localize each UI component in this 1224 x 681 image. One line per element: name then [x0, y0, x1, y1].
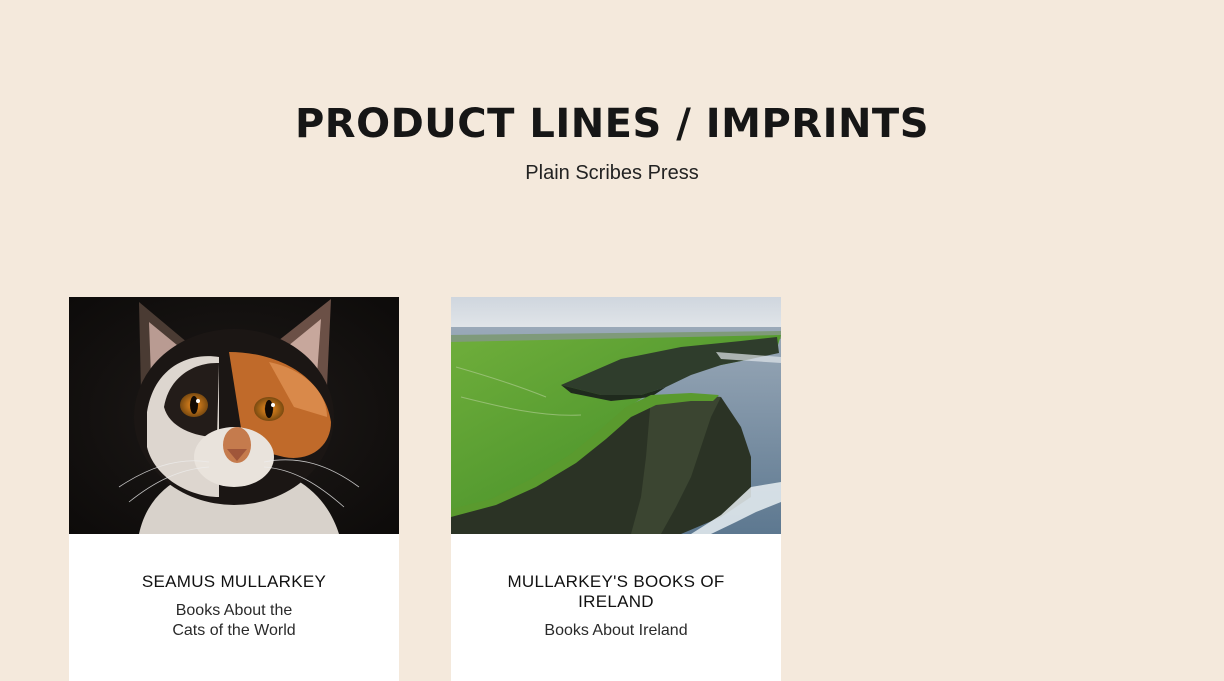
- card-description: Books About Ireland: [516, 621, 716, 641]
- card-title[interactable]: SEAMUS MULLARKEY: [104, 572, 364, 592]
- card-description-line: Cats of the World: [172, 622, 296, 639]
- imprint-card-seamus-mullarkey[interactable]: SEAMUS MULLARKEY Books About the Cats of…: [69, 297, 399, 681]
- cat-photo[interactable]: [69, 297, 399, 534]
- imprint-card-mullarkeys-books-of-ireland[interactable]: MULLARKEY'S BOOKS OF IRELAND Books About…: [451, 297, 781, 681]
- card-description: Books About the Cats of the World: [134, 601, 334, 641]
- card-title[interactable]: MULLARKEY'S BOOKS OF IRELAND: [486, 572, 746, 612]
- cliffs-photo[interactable]: [451, 297, 781, 534]
- page-subtitle: Plain Scribes Press: [525, 162, 699, 184]
- card-description-line: Books About Ireland: [544, 622, 688, 639]
- page-title: PRODUCT LINES / IMPRINTS: [294, 101, 930, 147]
- card-description-line: Books About the: [175, 602, 293, 619]
